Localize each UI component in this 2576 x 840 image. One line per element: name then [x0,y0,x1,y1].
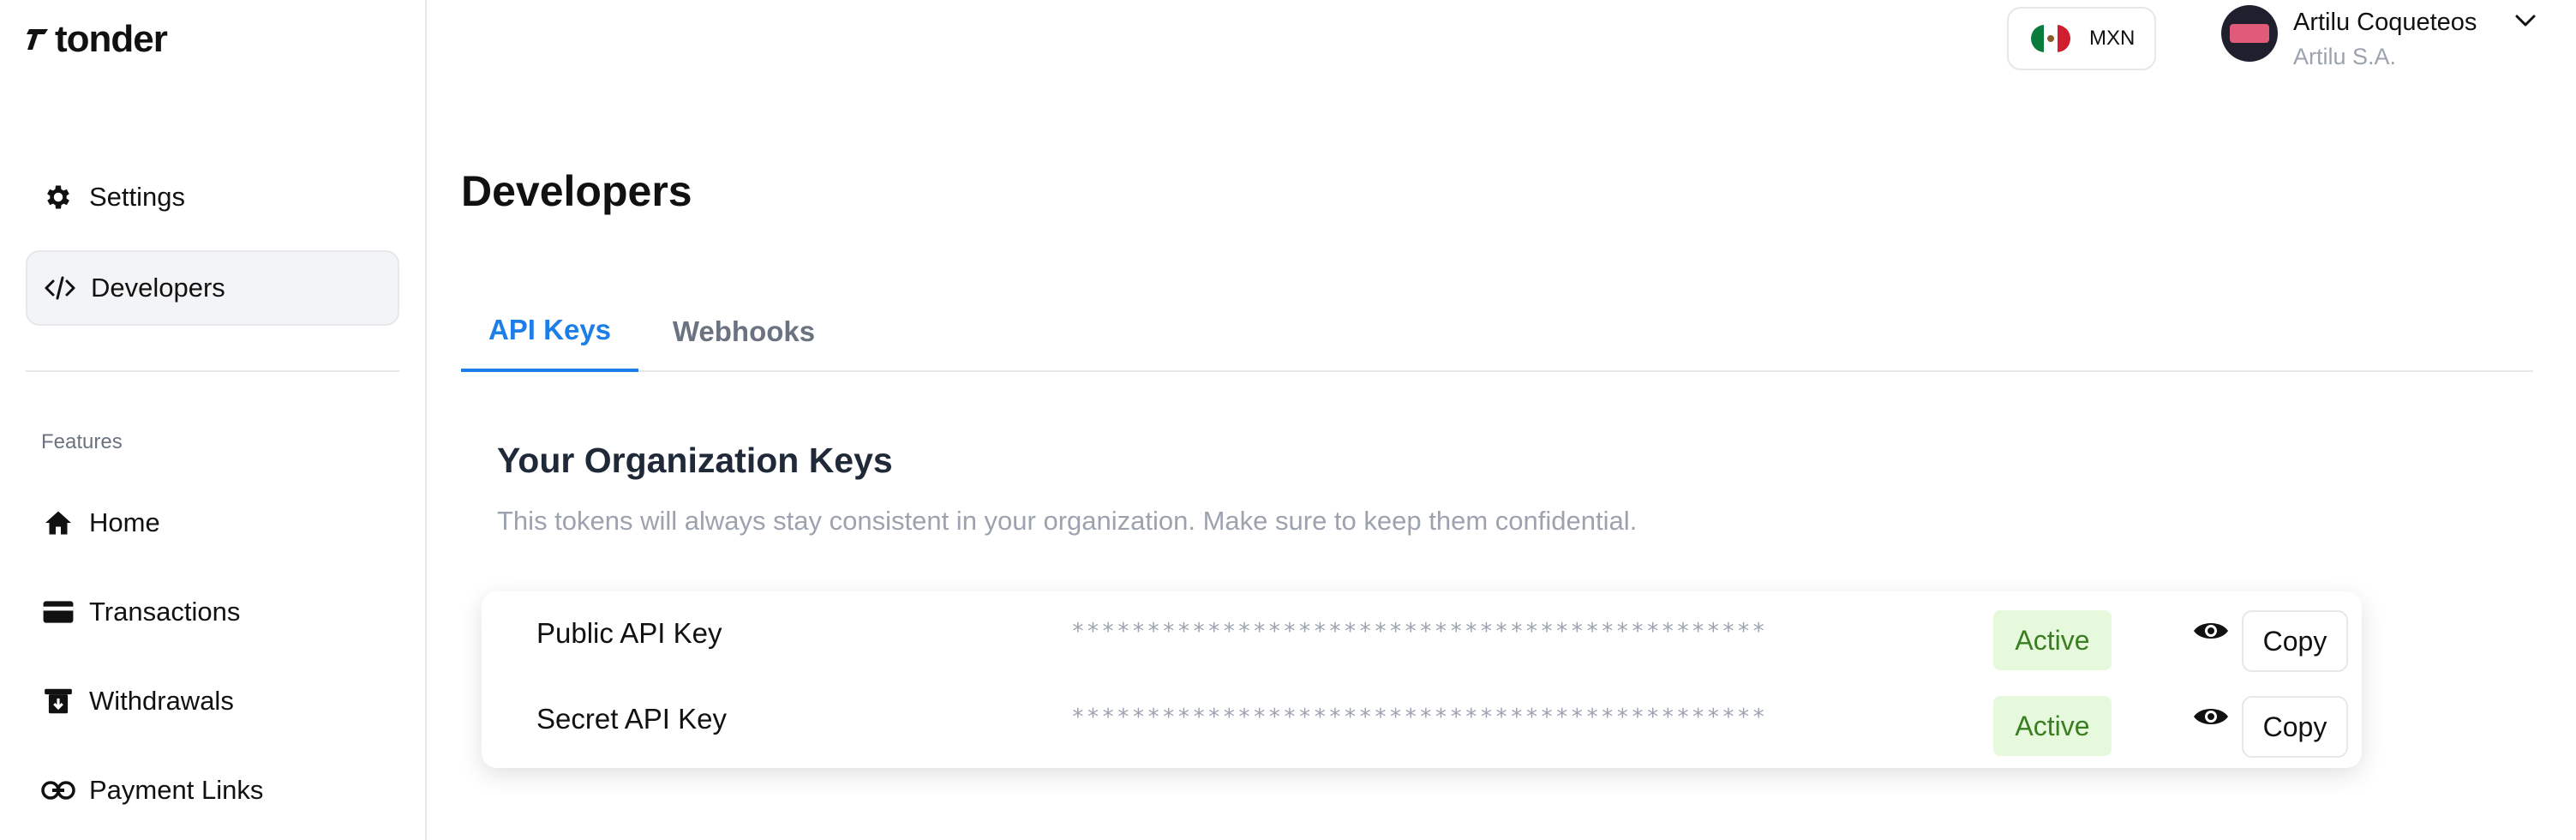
sidebar-item-home[interactable]: Home [26,485,399,561]
sidebar-item-label: Payment Links [89,775,264,805]
currency-code: MXN [2089,27,2136,50]
avatar [2221,5,2278,62]
key-masked-value: ****************************************… [1071,705,1768,730]
user-organization: Artilu S.A. [2293,44,2397,69]
tab-webhooks[interactable]: Webhooks [658,291,830,372]
sidebar-item-withdrawals[interactable]: Withdrawals [26,663,399,739]
copy-secret-key-button[interactable]: Copy [2242,696,2348,758]
sidebar-item-developers[interactable]: Developers [26,250,399,326]
sidebar-item-label: Settings [89,182,186,212]
tabs: API Keys Webhooks [461,291,2533,372]
mexico-flag-icon [2031,25,2070,52]
eye-icon[interactable] [2190,701,2232,732]
home-icon [41,506,75,540]
sidebar-item-label: Developers [91,273,225,303]
key-name: Public API Key [536,617,722,649]
code-icon [43,271,77,305]
chevron-down-icon[interactable] [2513,12,2538,33]
link-icon [41,773,75,807]
user-name: Artilu Coqueteos [2293,9,2477,36]
api-key-row-secret: Secret API Key *************************… [482,677,2362,763]
section-title: Your Organization Keys [497,441,893,480]
eye-icon[interactable] [2190,615,2232,646]
card-icon [41,595,75,629]
key-name: Secret API Key [536,703,727,735]
section-description: This tokens will always stay consistent … [497,506,1638,536]
status-badge: Active [1993,610,2112,670]
status-badge: Active [1993,696,2112,756]
sidebar-item-label: Home [89,507,160,537]
sidebar-item-settings[interactable]: Settings [26,159,399,235]
gear-icon [41,180,75,214]
currency-selector[interactable]: MXN [2007,7,2156,70]
api-keys-card: Public API Key *************************… [482,591,2362,768]
api-key-row-public: Public API Key *************************… [482,591,2362,677]
sidebar-item-payment-links[interactable]: Payment Links [26,753,399,828]
bolt-icon [27,29,48,50]
brand-name: tonder [55,18,168,60]
sidebar-item-transactions[interactable]: Transactions [26,574,399,650]
sidebar-item-label: Transactions [89,597,241,627]
sidebar-item-label: Withdrawals [89,686,234,716]
sidebar: tonder Settings Developers Features Home… [0,0,427,840]
withdrawal-icon [41,684,75,718]
page-title: Developers [461,167,692,215]
sidebar-divider [26,370,399,372]
copy-public-key-button[interactable]: Copy [2242,610,2348,672]
key-masked-value: ****************************************… [1071,619,1768,645]
features-section-label: Features [41,430,123,453]
user-menu[interactable]: Artilu Coqueteos Artilu S.A. [2221,3,2477,72]
tab-api-keys[interactable]: API Keys [461,291,638,372]
brand-logo[interactable]: tonder [26,17,168,62]
